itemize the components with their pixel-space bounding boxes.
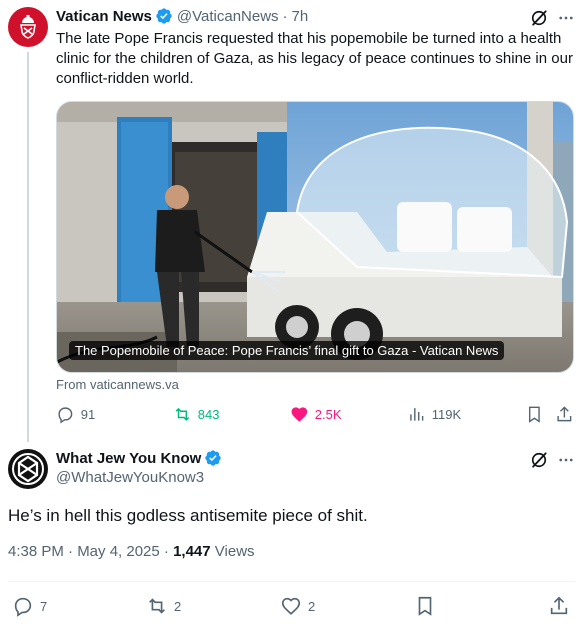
views-button[interactable]: 119K <box>407 405 461 424</box>
like-count: 2.5K <box>314 406 342 422</box>
divider <box>8 581 575 582</box>
heart-icon <box>281 597 301 615</box>
what-jew-you-know-avatar[interactable] <box>8 449 48 489</box>
bookmark-icon <box>418 596 432 616</box>
bookmark-button[interactable] <box>414 595 436 617</box>
verified-badge-icon <box>205 450 221 466</box>
display-name[interactable]: Vatican News <box>56 8 152 25</box>
link-card-media[interactable]: The Popemobile of Peace: Pope Francis’ f… <box>56 101 574 373</box>
thread-connector-line <box>27 52 29 442</box>
parent-tweet-actions: 91 843 2.5K 119K <box>56 405 576 425</box>
repost-count: 843 <box>197 406 220 422</box>
more-options-icon[interactable] <box>556 450 576 470</box>
grok-icon[interactable] <box>529 450 549 470</box>
parent-tweet-header: Vatican News @VaticanNews · 7h <box>56 7 308 25</box>
verified-badge-icon <box>156 8 172 24</box>
view-count: 119K <box>431 406 462 422</box>
views-chart-icon <box>410 408 424 421</box>
vatican-emblem-icon <box>20 15 36 39</box>
reply-button[interactable]: 91 <box>56 405 95 424</box>
parent-tweet-text: The late Pope Francis requested that his… <box>56 30 573 87</box>
repost-button[interactable]: 843 <box>173 405 219 424</box>
more-options-icon[interactable] <box>556 8 576 28</box>
reply-tweet-header: What Jew You Know @WhatJewYouKnow3 <box>56 449 222 486</box>
repost-icon <box>175 407 190 421</box>
parent-tweet[interactable]: Vatican News @VaticanNews · 7h The late … <box>0 0 587 442</box>
share-icon <box>557 406 572 422</box>
reply-count: 91 <box>80 406 96 422</box>
reply-tweet-text: He’s in hell this godless antisemite pie… <box>8 506 368 525</box>
like-count: 2 <box>308 598 316 614</box>
views-label: Views <box>210 543 255 560</box>
bookmark-button[interactable] <box>525 405 544 424</box>
reply-icon <box>14 597 32 617</box>
tweet-meta: 4:38 PM · May 4, 2025 · 1,447 Views <box>8 543 255 560</box>
link-source[interactable]: From vaticannews.va <box>56 377 179 392</box>
time-ago[interactable]: 7h <box>292 8 309 25</box>
media-caption: The Popemobile of Peace: Pope Francis’ f… <box>69 341 505 360</box>
grok-icon[interactable] <box>529 8 549 28</box>
vatican-news-avatar[interactable] <box>8 7 48 47</box>
bookmark-icon <box>528 406 540 423</box>
separator-dot: · <box>282 7 288 25</box>
handle[interactable]: @WhatJewYouKnow3 <box>56 469 222 486</box>
like-button[interactable]: 2.5K <box>290 405 342 424</box>
reply-count: 7 <box>40 598 48 614</box>
share-icon <box>550 596 568 615</box>
share-button[interactable] <box>555 405 574 424</box>
reply-button[interactable]: 7 <box>12 595 47 617</box>
repost-icon <box>149 598 165 614</box>
reply-icon <box>58 407 73 424</box>
handle[interactable]: @VaticanNews <box>177 8 279 25</box>
heart-filled-icon <box>291 407 308 422</box>
like-button[interactable]: 2 <box>280 595 315 617</box>
popemobile-photo <box>57 102 573 372</box>
knot-logo-icon <box>12 453 44 485</box>
repost-button[interactable]: 2 <box>146 595 181 617</box>
repost-count: 2 <box>174 598 182 614</box>
timestamp[interactable]: 4:38 PM · May 4, 2025 · <box>8 543 173 560</box>
display-name[interactable]: What Jew You Know <box>56 450 201 467</box>
share-button[interactable] <box>548 595 570 617</box>
view-count: 1,447 <box>173 543 211 560</box>
